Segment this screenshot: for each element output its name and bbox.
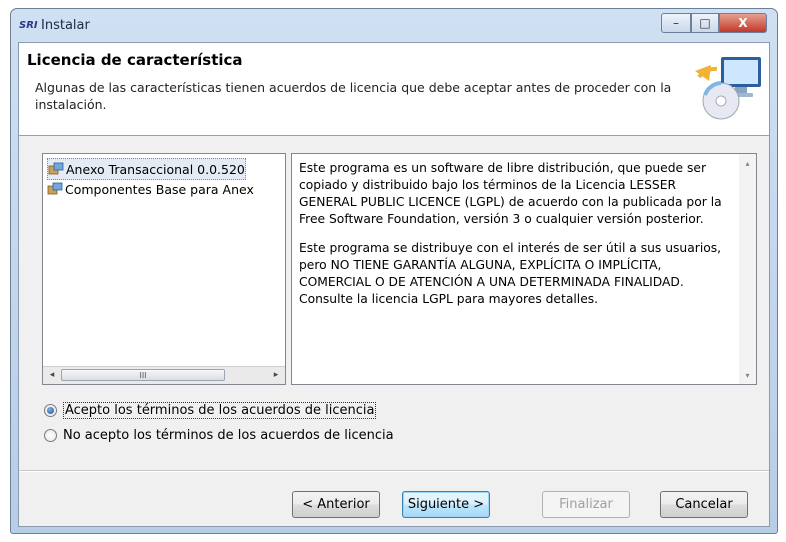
license-paragraph: Este programa es un software de libre di…: [299, 161, 722, 226]
next-button[interactable]: Siguiente >: [402, 491, 490, 518]
feature-tree[interactable]: Anexo Transaccional 0.0.520 Componentes …: [42, 153, 286, 385]
app-logo-icon: SRI: [19, 20, 38, 31]
license-textbox[interactable]: Este programa es un software de libre di…: [291, 153, 757, 385]
installer-window: SRI Instalar – □ X Licencia de caracterí…: [10, 8, 778, 534]
license-text: Este programa es un software de libre di…: [299, 160, 737, 320]
dialog-client-area: Licencia de característica Algunas de la…: [18, 42, 770, 527]
cancel-button[interactable]: Cancelar: [660, 491, 748, 518]
vertical-scrollbar[interactable]: ▴ ▾: [739, 154, 756, 384]
horizontal-scrollbar[interactable]: ◂ III ▸: [43, 366, 285, 384]
accept-option[interactable]: Acepto los términos de los acuerdos de l…: [44, 400, 377, 420]
finish-button[interactable]: Finalizar: [542, 491, 630, 518]
license-paragraph: Este programa se distribuye con el inter…: [299, 241, 722, 306]
minimize-button[interactable]: –: [661, 13, 691, 33]
accept-label[interactable]: Acepto los términos de los acuerdos de l…: [63, 401, 377, 419]
feature-label: Componentes Base para Anex: [65, 181, 254, 197]
package-icon: [48, 162, 64, 175]
accept-radio[interactable]: [44, 403, 57, 417]
decline-option[interactable]: No acepto los términos de los acuerdos d…: [44, 425, 394, 445]
back-button[interactable]: < Anterior: [292, 491, 380, 518]
page-description: Algunas de las características tienen ac…: [35, 80, 672, 112]
maximize-button[interactable]: □: [691, 13, 719, 33]
installer-cd-monitor-icon: [695, 57, 761, 120]
decline-radio[interactable]: [44, 428, 57, 442]
wizard-header: Licencia de característica Algunas de la…: [19, 43, 769, 136]
footer-divider: [19, 470, 769, 472]
scroll-left-icon[interactable]: ◂: [44, 368, 60, 382]
scroll-down-icon[interactable]: ▾: [740, 368, 755, 382]
decline-label[interactable]: No acepto los términos de los acuerdos d…: [63, 428, 394, 443]
package-icon: [47, 182, 63, 195]
scrollbar-thumb[interactable]: III: [61, 369, 225, 381]
feature-label: Anexo Transaccional 0.0.520: [66, 161, 245, 177]
page-title: Licencia de característica: [27, 51, 243, 69]
feature-item-anexo-transaccional[interactable]: Anexo Transaccional 0.0.520: [47, 158, 246, 180]
title-bar[interactable]: SRI Instalar – □ X: [11, 9, 777, 43]
close-button[interactable]: X: [719, 13, 767, 33]
scroll-right-icon[interactable]: ▸: [268, 368, 284, 382]
feature-item-componentes-base[interactable]: Componentes Base para Anex: [47, 179, 254, 199]
scroll-up-icon[interactable]: ▴: [740, 156, 755, 170]
window-title: Instalar: [41, 18, 90, 33]
